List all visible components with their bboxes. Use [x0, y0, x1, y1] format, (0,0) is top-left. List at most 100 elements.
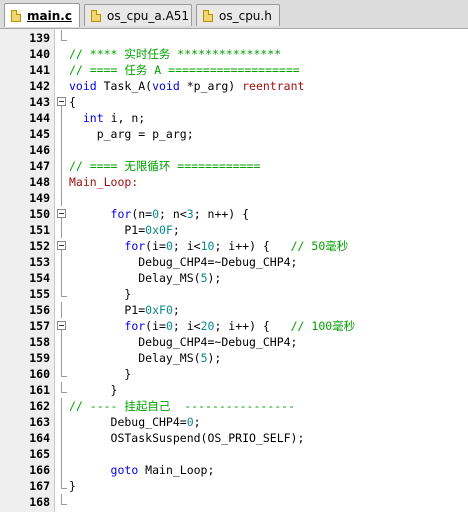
code-line[interactable]: 139 [0, 30, 468, 46]
fold-end-marker [57, 494, 67, 510]
code-line[interactable]: 154 Delay_MS(5); [0, 270, 468, 286]
line-number: 140 [29, 47, 50, 61]
code-token: 5 [200, 351, 208, 365]
file-icon [91, 9, 101, 22]
line-number: 142 [29, 79, 50, 93]
code-line[interactable]: 159 Delay_MS(5); [0, 350, 468, 366]
code-token: ; n++) { [193, 207, 250, 221]
code-text: int i, n; [69, 110, 145, 126]
code-editor[interactable]: 139 140 // **** 实时任务 *************** 141 // … [0, 29, 468, 512]
code-line[interactable]: 152 for(i=0; i<10; i++) { // 50毫秒 [0, 238, 468, 254]
fold-collapse-icon[interactable] [57, 206, 67, 222]
code-line[interactable]: 158 Debug_CHP4=~Debug_CHP4; [0, 334, 468, 350]
fold-empty [57, 46, 67, 62]
fold-collapse-icon[interactable] [57, 318, 67, 334]
code-line[interactable]: 141 // ==== 任务 A =================== [0, 62, 468, 78]
line-number: 162 [29, 399, 50, 413]
code-line[interactable]: 146 [0, 142, 468, 158]
tab-os-cpu-a-a51[interactable]: os_cpu_a.A51 [84, 4, 192, 26]
fold-end-marker [57, 30, 67, 46]
code-token: ; [172, 223, 180, 237]
code-text: Delay_MS(5); [69, 270, 221, 286]
code-text: for(i=0; i<20; i++) { // 100毫秒 [69, 318, 355, 334]
code-line[interactable]: 144 int i, n; [0, 110, 468, 126]
code-token: // ==== 无限循环 ============ [69, 159, 261, 173]
code-line[interactable]: 167} [0, 478, 468, 494]
code-line[interactable]: 148 Main_Loop: [0, 174, 468, 190]
code-line[interactable]: 168 [0, 494, 468, 510]
code-text: for(i=0; i<10; i++) { // 50毫秒 [69, 238, 348, 254]
code-line[interactable]: 143 { [0, 94, 468, 110]
line-number: 164 [29, 431, 50, 445]
code-line[interactable]: 165 [0, 446, 468, 462]
code-line[interactable]: 145 p_arg = p_arg; [0, 126, 468, 142]
code-line[interactable]: 163 Debug_CHP4=0; [0, 414, 468, 430]
line-number: 139 [29, 31, 50, 45]
code-token: Debug_CHP4=~Debug_CHP4; [69, 255, 298, 269]
fold-guide-line [57, 222, 67, 238]
code-line[interactable]: 140 // **** 实时任务 *************** [0, 46, 468, 62]
tab-main-c[interactable]: main.c [4, 3, 80, 27]
code-line[interactable]: 160 } [0, 366, 468, 382]
code-token: i, n; [103, 111, 146, 125]
code-token: 0 [186, 415, 194, 429]
code-token: ); [207, 351, 222, 365]
code-text: // ==== 任务 A =================== [69, 62, 300, 78]
code-line[interactable]: 153 Debug_CHP4=~Debug_CHP4; [0, 254, 468, 270]
code-token: ; i++) { [214, 239, 291, 253]
tab-os-cpu-h[interactable]: os_cpu.h [196, 4, 280, 26]
code-text: P1=0x0F; [69, 222, 180, 238]
code-token: // ==== 任务 A =================== [69, 63, 300, 77]
code-line[interactable]: 166 goto Main_Loop; [0, 462, 468, 478]
line-number: 150 [29, 207, 50, 221]
code-line[interactable]: 156 P1=0xF0; [0, 302, 468, 318]
code-text: } [69, 382, 118, 398]
code-token: Debug_CHP4=~Debug_CHP4; [69, 335, 298, 349]
code-token: P1= [69, 303, 146, 317]
line-number: 167 [29, 479, 50, 493]
code-line[interactable]: 162 // ---- 挂起自己 ---------------- [0, 398, 468, 414]
code-token: } [69, 479, 76, 493]
code-line[interactable]: 161 } [0, 382, 468, 398]
fold-collapse-icon[interactable] [57, 94, 67, 110]
fold-guide-line [57, 446, 67, 462]
line-number: 145 [29, 127, 50, 141]
code-line[interactable]: 151 P1=0x0F; [0, 222, 468, 238]
code-line[interactable]: 155 } [0, 286, 468, 302]
fold-end-marker [57, 382, 67, 398]
code-token: (i= [145, 319, 166, 333]
code-token: // 50毫秒 [290, 239, 349, 253]
code-text: Main_Loop: [69, 174, 138, 190]
line-number: 147 [29, 159, 50, 173]
code-line[interactable]: 147 // ==== 无限循环 ============ [0, 158, 468, 174]
code-token: { [69, 95, 76, 109]
line-number: 155 [29, 287, 50, 301]
line-number: 146 [29, 143, 50, 157]
code-text: Debug_CHP4=~Debug_CHP4; [69, 254, 297, 270]
fold-empty [57, 78, 67, 94]
code-text: // **** 实时任务 *************** [69, 46, 281, 62]
fold-guide-line [57, 334, 67, 350]
code-line[interactable]: 142 void Task_A(void *p_arg) reentrant [0, 78, 468, 94]
code-text: Debug_CHP4=~Debug_CHP4; [69, 334, 297, 350]
code-line[interactable]: 150 for(n=0; n<3; n++) { [0, 206, 468, 222]
code-text: { [69, 94, 76, 110]
line-number: 154 [29, 271, 50, 285]
code-line[interactable]: 149 [0, 190, 468, 206]
fold-guide-line [57, 302, 67, 318]
code-token: ; i< [172, 319, 201, 333]
fold-collapse-icon[interactable] [57, 238, 67, 254]
code-token: } [69, 287, 132, 301]
code-token: reentrant [242, 79, 305, 93]
code-line[interactable]: 164 OSTaskSuspend(OS_PRIO_SELF); [0, 430, 468, 446]
code-token: for [110, 207, 132, 221]
line-number: 149 [29, 191, 50, 205]
code-token: ; i< [172, 239, 201, 253]
code-token: 0 [152, 207, 160, 221]
code-text: OSTaskSuspend(OS_PRIO_SELF); [69, 430, 305, 446]
line-number: 148 [29, 175, 50, 189]
code-line[interactable]: 157 for(i=0; i<20; i++) { // 100毫秒 [0, 318, 468, 334]
code-token: Delay_MS( [69, 271, 201, 285]
